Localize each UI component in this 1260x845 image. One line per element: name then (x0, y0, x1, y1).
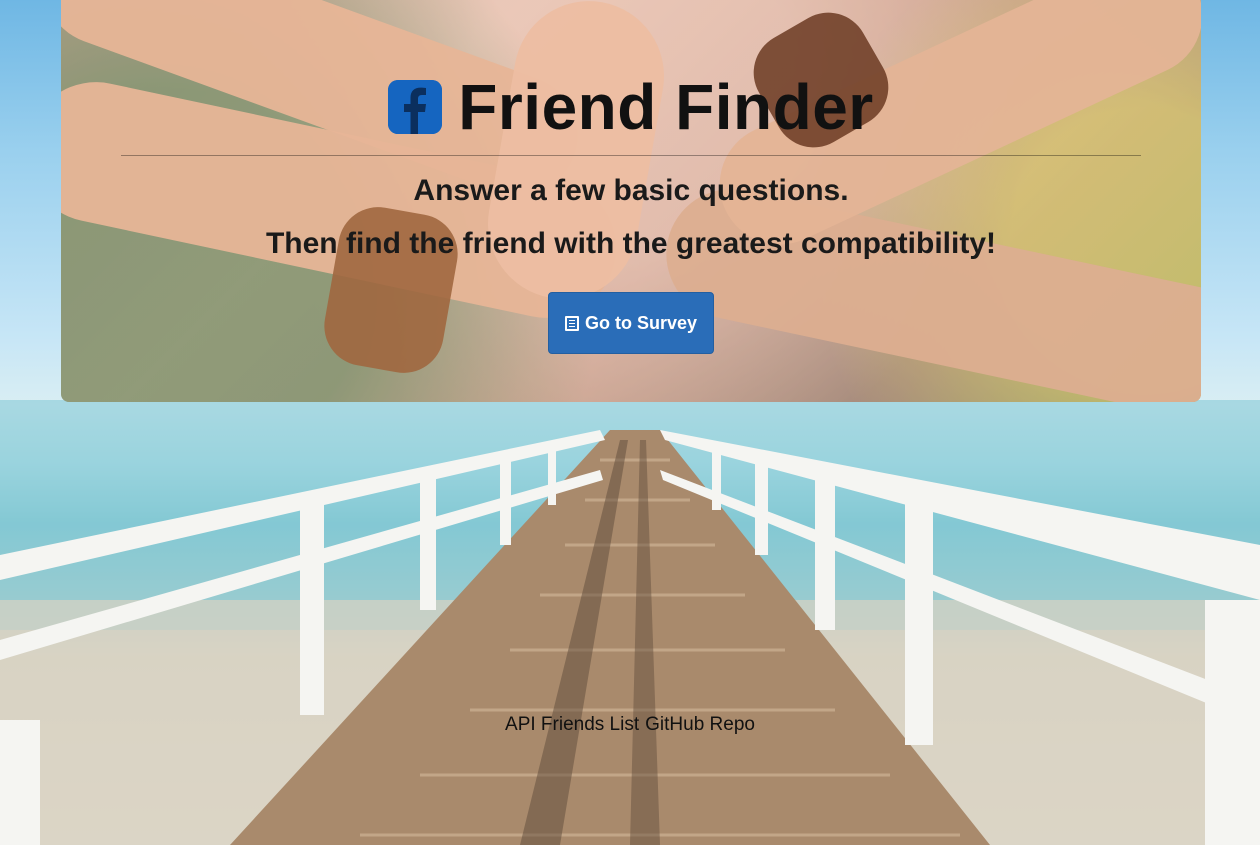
subtitle-line-1: Answer a few basic questions. (413, 174, 849, 207)
list-alt-icon (564, 315, 579, 331)
hero-jumbotron: Friend Finder Answer a few basic questio… (61, 0, 1201, 402)
page-title: Friend Finder (388, 70, 873, 144)
github-repo-link[interactable]: GitHub Repo (645, 714, 755, 735)
footer: API Friends List GitHub Repo (0, 714, 1260, 736)
facebook-icon (388, 80, 443, 134)
page-header: Friend Finder (61, 70, 1201, 144)
title-text: Friend Finder (458, 71, 874, 143)
api-friends-list-link[interactable]: API Friends List (505, 714, 639, 735)
go-to-survey-label: Go to Survey (584, 312, 698, 333)
subtitle-line-2: Then find the friend with the greatest c… (265, 227, 997, 260)
go-to-survey-button[interactable]: Go to Survey (548, 292, 714, 354)
divider (121, 155, 1141, 156)
